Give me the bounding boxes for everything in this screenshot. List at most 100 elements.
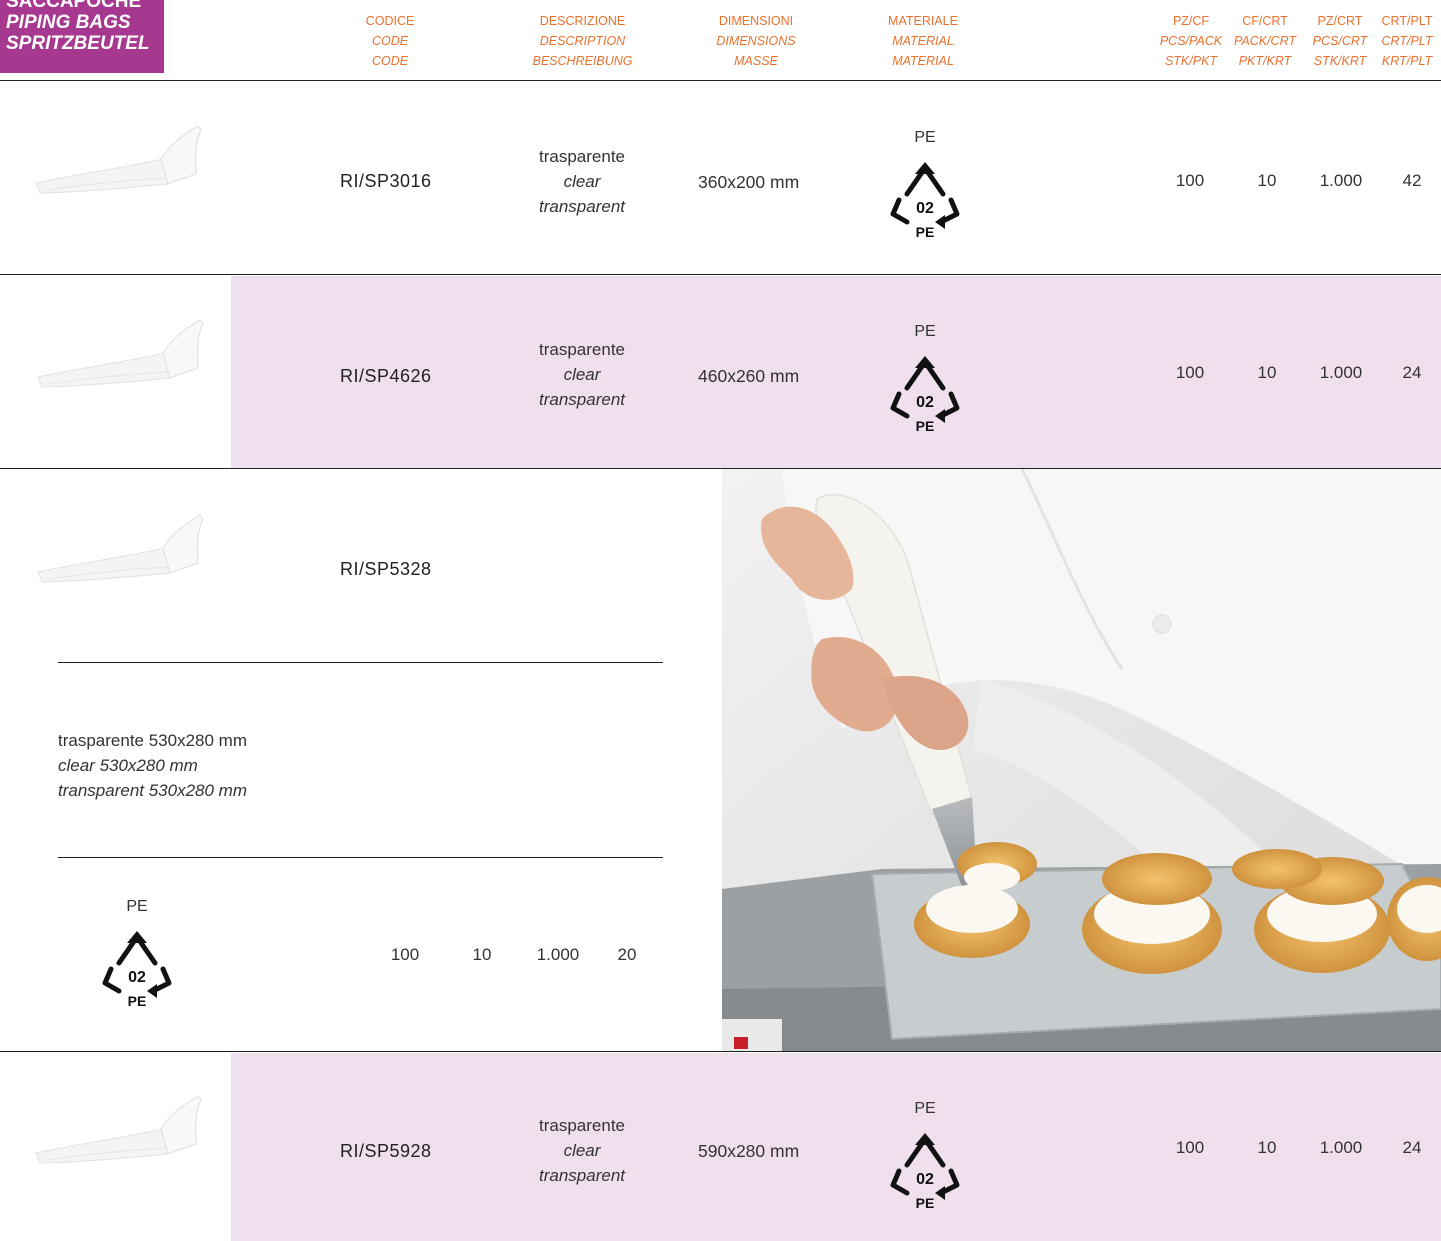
category-title-de: SPRITZBEUTEL <box>6 33 150 54</box>
pz-crt-value: 1.000 <box>1319 171 1363 190</box>
svg-text:PE: PE <box>128 993 147 1009</box>
product-material: PE <box>126 898 148 915</box>
crt-plt-value: 20 <box>617 945 637 964</box>
crt-plt-value: 24 <box>1402 363 1422 382</box>
description-de: transparent 530x280 mm <box>58 781 247 800</box>
description-it: trasparente <box>539 147 625 166</box>
product-dimensions: 590x280 mm <box>698 1141 800 1161</box>
header-materiale-de: MATERIAL <box>892 54 954 68</box>
category-title-en: PIPING BAGS <box>6 12 131 33</box>
header-descrizione-de: BESCHREIBUNG <box>532 54 633 68</box>
header-descrizione: DESCRIZIONE DESCRIPTION BESCHREIBUNG <box>515 11 650 71</box>
pz-crt-value: 1.000 <box>1319 363 1363 382</box>
svg-text:PE: PE <box>916 418 935 434</box>
row-divider <box>58 857 663 858</box>
product-code: RI/SP3016 <box>340 171 432 191</box>
product-description: trasparente clear transparent <box>512 144 652 219</box>
cf-crt-value: 10 <box>472 945 492 964</box>
description-en: clear <box>563 365 601 384</box>
cf-crt-value: 10 <box>1257 363 1277 382</box>
description-de: transparent <box>539 390 625 409</box>
row-divider <box>0 1051 1441 1052</box>
header-materiale-it: MATERIALE <box>888 14 958 28</box>
header-crtplt-it: CRT/PLT <box>1381 14 1433 28</box>
header-crtplt-de: KRT/PLT <box>1381 54 1433 68</box>
pz-crt-value: 1.000 <box>536 945 580 964</box>
product-material: PE <box>914 1100 936 1117</box>
header-codice: CODICE CODE CODE <box>340 11 440 71</box>
header-pzcrt-it: PZ/CRT <box>1317 14 1363 28</box>
header-dimensioni: DIMENSIONI DIMENSIONS MASSE <box>700 11 812 71</box>
recycle-pe-icon: 02 PE <box>885 160 965 240</box>
svg-text:PE: PE <box>916 224 935 240</box>
description-en: clear <box>563 172 601 191</box>
description-it: trasparente 530x280 mm <box>58 731 247 750</box>
category-label: SACCAPOCHE PIPING BAGS SPRITZBEUTEL <box>0 0 164 73</box>
header-crtplt: CRT/PLT CRT/PLT KRT/PLT <box>1374 11 1440 71</box>
row-divider <box>58 662 663 663</box>
header-materiale-en: MATERIAL <box>892 34 954 48</box>
pz-crt-value: 1.000 <box>1319 1138 1363 1157</box>
header-crtplt-en: CRT/PLT <box>1381 34 1433 48</box>
recycle-pe-icon: 02 PE <box>97 929 177 1009</box>
description-it: trasparente <box>539 340 625 359</box>
cf-crt-value: 10 <box>1257 171 1277 190</box>
description-en: clear 530x280 mm <box>58 756 198 775</box>
pz-cf-value: 100 <box>1175 363 1205 382</box>
header-codice-en: CODE <box>371 34 409 48</box>
header-dimensioni-en: DIMENSIONS <box>716 34 796 48</box>
header-materiale: MATERIALE MATERIAL MATERIAL <box>872 11 974 71</box>
product-dimensions: 460x260 mm <box>698 366 800 386</box>
product-code: RI/SP4626 <box>340 366 432 386</box>
product-code: RI/SP5328 <box>340 559 432 579</box>
description-de: transparent <box>539 197 625 216</box>
header-divider <box>0 80 1441 81</box>
crt-plt-value: 42 <box>1402 171 1422 190</box>
piping-bag-image <box>35 1095 202 1164</box>
chef-piping-photo <box>722 469 1441 1052</box>
pz-cf-value: 100 <box>1175 1138 1205 1157</box>
svg-text:02: 02 <box>916 394 934 411</box>
cf-crt-value: 10 <box>1257 1138 1277 1157</box>
pz-cf-value: 100 <box>390 945 420 964</box>
description-de: transparent <box>539 1166 625 1185</box>
description-en: clear <box>563 1141 601 1160</box>
piping-bag-image <box>35 125 202 194</box>
piping-bag-image <box>37 514 204 583</box>
header-descrizione-en: DESCRIPTION <box>539 34 626 48</box>
row-divider <box>0 274 1441 275</box>
svg-text:02: 02 <box>916 200 934 217</box>
product-material: PE <box>914 129 936 146</box>
pz-cf-value: 100 <box>1175 171 1205 190</box>
header-cfcrt: CF/CRT PACK/CRT PKT/KRT <box>1224 11 1306 71</box>
description-it: trasparente <box>539 1116 625 1135</box>
header-dimensioni-it: DIMENSIONI <box>718 14 794 28</box>
header-pzcrt-de: STK/KRT <box>1313 54 1367 68</box>
header-pzcrt-en: PCS/CRT <box>1312 34 1368 48</box>
recycle-pe-icon: 02 PE <box>885 1131 965 1211</box>
header-pzcf-it: PZ/CF <box>1172 14 1210 28</box>
header-pzcrt: PZ/CRT PCS/CRT STK/KRT <box>1304 11 1376 71</box>
header-codice-de: CODE <box>371 54 409 68</box>
header-cfcrt-it: CF/CRT <box>1242 14 1288 28</box>
recycle-pe-icon: 02 PE <box>885 354 965 434</box>
header-pzcf: PZ/CF PCS/PACK STK/PKT <box>1150 11 1232 71</box>
product-dimensions: 360x200 mm <box>698 172 800 192</box>
category-title-it: SACCAPOCHE <box>6 0 142 12</box>
svg-text:02: 02 <box>916 1171 934 1188</box>
header-pzcf-en: PCS/PACK <box>1159 34 1223 48</box>
header-codice-it: CODICE <box>365 14 415 28</box>
product-description: trasparente 530x280 mm clear 530x280 mm … <box>58 728 247 803</box>
product-code: RI/SP5928 <box>340 1141 432 1161</box>
header-cfcrt-de: PKT/KRT <box>1238 54 1292 68</box>
header-pzcf-de: STK/PKT <box>1164 54 1218 68</box>
svg-text:02: 02 <box>128 969 146 986</box>
product-description: trasparente clear transparent <box>512 337 652 412</box>
crt-plt-value: 24 <box>1402 1138 1422 1157</box>
header-cfcrt-en: PACK/CRT <box>1233 34 1297 48</box>
header-dimensioni-de: MASSE <box>734 54 778 68</box>
header-descrizione-it: DESCRIZIONE <box>539 14 626 28</box>
product-material: PE <box>914 323 936 340</box>
svg-text:PE: PE <box>916 1195 935 1211</box>
piping-bag-image <box>37 319 204 388</box>
